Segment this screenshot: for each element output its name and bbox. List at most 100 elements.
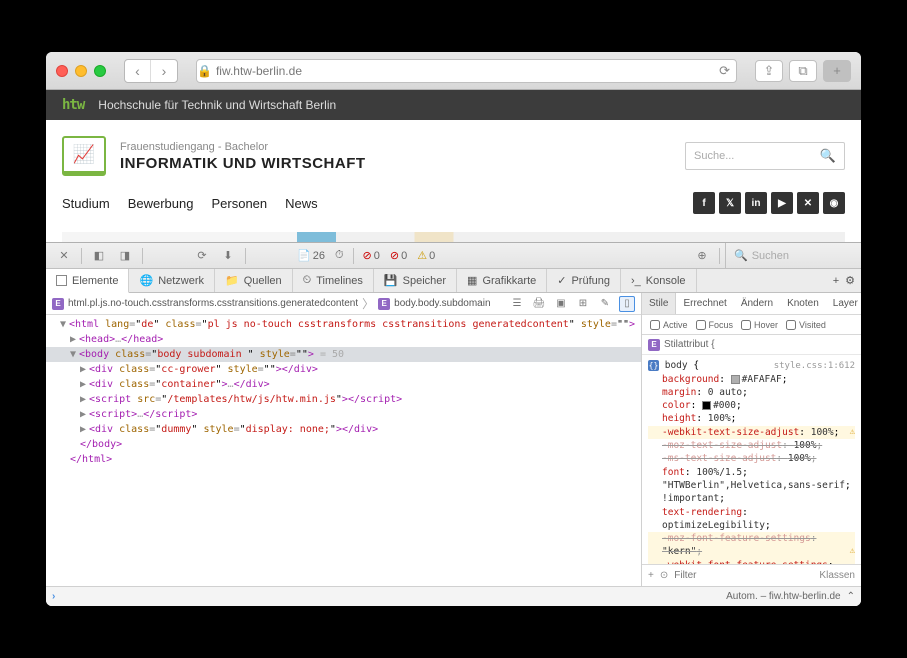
- share-button[interactable]: ⇪: [755, 60, 783, 82]
- console-status: Autom. – fiw.htw-berlin.de: [726, 591, 841, 602]
- xing-icon[interactable]: ✕: [797, 192, 819, 214]
- site-search[interactable]: Suche... 🔍: [685, 142, 845, 170]
- pseudo-visited[interactable]: Visited: [786, 320, 826, 330]
- tabs-button[interactable]: ⧉: [789, 60, 817, 82]
- tool-box-icon[interactable]: ▣: [553, 296, 569, 312]
- tab-timelines[interactable]: ⏲Timelines: [293, 269, 374, 292]
- tool-grid-icon[interactable]: ⊞: [575, 296, 591, 312]
- console-prompt-icon: ›: [52, 591, 55, 602]
- plus-icon[interactable]: +: [833, 275, 839, 287]
- minimize-button[interactable]: [75, 65, 87, 77]
- dom-tree[interactable]: ▼<html lang="de" class="pl js no-touch c…: [46, 315, 641, 586]
- url-bar[interactable]: 🔒 fiw.htw-berlin.de ⟳: [196, 59, 737, 83]
- resource-count: 📄 26: [293, 249, 329, 262]
- tab-speicher[interactable]: 💾Speicher: [374, 269, 457, 292]
- error-badge-2[interactable]: ⊘0: [386, 249, 411, 262]
- dock-right-icon[interactable]: ◨: [113, 246, 137, 266]
- timing-group: ⏱: [331, 249, 348, 262]
- tool-inspect-icon[interactable]: ▯: [619, 296, 635, 312]
- reload-icon[interactable]: ⟳: [719, 63, 730, 79]
- back-button[interactable]: ‹: [125, 60, 151, 82]
- resource-count-value: 26: [313, 250, 325, 262]
- site-logo-block: 📈 Frauenstudiengang - Bachelor INFORMATI…: [62, 136, 366, 176]
- zoom-button[interactable]: [94, 65, 106, 77]
- styles-tab-knoten[interactable]: Knoten: [780, 293, 826, 314]
- program-title: INFORMATIK UND WIRTSCHAFT: [120, 155, 366, 172]
- close-devtools-button[interactable]: ✕: [52, 246, 76, 266]
- gear-icon[interactable]: ⚙: [845, 274, 855, 287]
- styles-tabs: Stile Errechnet Ändern Knoten Layer: [642, 293, 861, 315]
- console-drawer[interactable]: › Autom. – fiw.htw-berlin.de ⌃: [46, 586, 861, 606]
- instagram-icon[interactable]: ◉: [823, 192, 845, 214]
- twitter-icon[interactable]: 𝕏: [719, 192, 741, 214]
- devtools-tabs: Elemente 🌐Netzwerk 📁Quellen ⏲Timelines 💾…: [46, 269, 861, 293]
- devtools: ✕ ◧ ◨ ⟳ ⬇ 📄 26 ⏱ ⊘0 ⊘0 ⚠0 ⊕ 🔍 Suche: [46, 242, 861, 606]
- search-placeholder: Suche...: [694, 150, 734, 162]
- pseudo-focus[interactable]: Focus: [696, 320, 734, 330]
- nav-personen[interactable]: Personen: [211, 196, 267, 211]
- style-attribute-label: Stilattribut {: [664, 339, 715, 350]
- dock-left-icon[interactable]: ◧: [87, 246, 111, 266]
- tab-netzwerk[interactable]: 🌐Netzwerk: [129, 269, 215, 292]
- chevron-right-icon: 〉: [362, 295, 374, 312]
- program-logo-icon[interactable]: 📈: [62, 136, 106, 176]
- tool-tree-icon[interactable]: ☰: [509, 296, 525, 312]
- css-filter-input[interactable]: [674, 570, 813, 581]
- styles-tab-layer[interactable]: Layer: [826, 293, 861, 314]
- tab-konsole[interactable]: ›_Konsole: [621, 269, 697, 292]
- htw-logo[interactable]: htw: [62, 97, 84, 113]
- styles-footer: + ⊙ Klassen: [642, 564, 861, 586]
- site-nav: Studium Bewerbung Personen News: [62, 196, 318, 211]
- search-icon[interactable]: 🔍: [820, 148, 836, 164]
- new-tab-button[interactable]: +: [823, 60, 851, 82]
- styles-panel: Stile Errechnet Ändern Knoten Layer Acti…: [641, 293, 861, 586]
- reload-icon[interactable]: ⟳: [190, 246, 214, 266]
- css-rules[interactable]: {} body {style.css:1:612background: #AFA…: [642, 355, 861, 564]
- audit-icon: ✓: [557, 274, 566, 287]
- nav-studium[interactable]: Studium: [62, 196, 110, 211]
- nav-bewerbung[interactable]: Bewerbung: [128, 196, 194, 211]
- linkedin-icon[interactable]: in: [745, 192, 767, 214]
- error-badge[interactable]: ⊘0: [359, 249, 384, 262]
- facebook-icon[interactable]: f: [693, 192, 715, 214]
- download-icon[interactable]: ⬇: [216, 246, 240, 266]
- document-icon: 📄: [297, 249, 311, 262]
- tab-pruefung[interactable]: ✓Prüfung: [547, 269, 621, 292]
- traffic-lights: [56, 65, 106, 77]
- warn-badge[interactable]: ⚠0: [413, 249, 439, 262]
- tool-brush-icon[interactable]: ✎: [597, 296, 613, 312]
- classes-button[interactable]: Klassen: [819, 570, 855, 581]
- pseudo-active[interactable]: Active: [650, 320, 688, 330]
- add-rule-button[interactable]: +: [648, 570, 654, 581]
- social-icons: f 𝕏 in ▶ ✕ ◉: [693, 192, 845, 214]
- university-name: Hochschule für Technik und Wirtschaft Be…: [98, 98, 336, 112]
- browser-window: ‹ › 🔒 fiw.htw-berlin.de ⟳ ⇪ ⧉ + htw Hoch…: [46, 52, 861, 606]
- breadcrumb-body[interactable]: body.body.subdomain: [394, 298, 490, 309]
- style-attribute-row[interactable]: E Stilattribut {: [642, 335, 861, 355]
- devtools-search[interactable]: 🔍 Suchen: [725, 243, 855, 268]
- filter-icon: ⊙: [660, 570, 668, 581]
- pseudo-hover[interactable]: Hover: [741, 320, 778, 330]
- element-badge-icon: E: [378, 298, 390, 310]
- url-text: fiw.htw-berlin.de: [216, 64, 302, 78]
- target-icon[interactable]: ⊕: [690, 246, 714, 266]
- styles-tab-stile[interactable]: Stile: [642, 293, 676, 314]
- program-subtitle: Frauenstudiengang - Bachelor: [120, 141, 366, 153]
- tab-quellen[interactable]: 📁Quellen: [215, 269, 293, 292]
- close-button[interactable]: [56, 65, 68, 77]
- breadcrumb-bar: E html.pl.js.no-touch.csstransforms.csst…: [46, 293, 641, 315]
- network-icon: 🌐: [139, 274, 153, 287]
- youtube-icon[interactable]: ▶: [771, 192, 793, 214]
- tab-grafikkarte[interactable]: ▦Grafikkarte: [457, 269, 547, 292]
- lock-icon: 🔒: [197, 64, 212, 78]
- tool-print-icon[interactable]: 🖨: [531, 296, 547, 312]
- console-expand-icon[interactable]: ⌃: [847, 591, 855, 602]
- forward-button[interactable]: ›: [151, 60, 177, 82]
- tab-elemente[interactable]: Elemente: [46, 269, 129, 293]
- breadcrumb-tools: ☰ 🖨 ▣ ⊞ ✎ ▯: [509, 296, 635, 312]
- styles-tab-errechnet[interactable]: Errechnet: [676, 293, 733, 314]
- nav-news[interactable]: News: [285, 196, 318, 211]
- site-header: 📈 Frauenstudiengang - Bachelor INFORMATI…: [46, 120, 861, 242]
- styles-tab-aendern[interactable]: Ändern: [734, 293, 780, 314]
- breadcrumb-html[interactable]: html.pl.js.no-touch.csstransforms.csstra…: [68, 298, 358, 309]
